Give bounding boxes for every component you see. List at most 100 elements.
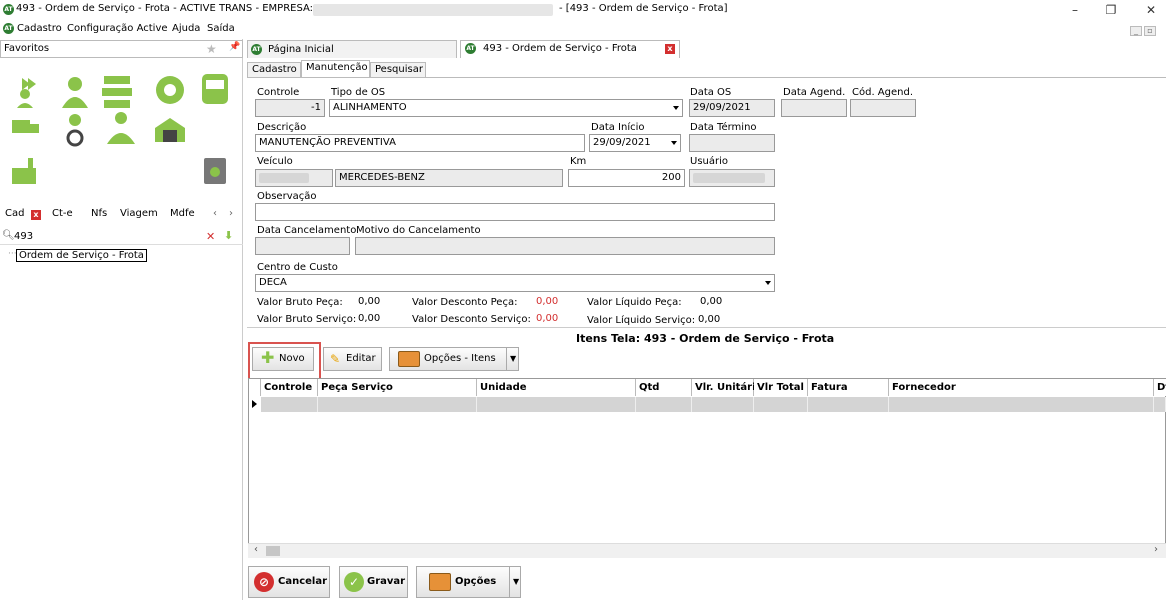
scroll-right-icon[interactable]: › xyxy=(1154,544,1158,555)
person-icon[interactable] xyxy=(62,77,88,108)
data-os-label: Data OS xyxy=(690,87,732,98)
cancelar-button[interactable]: ⊘ Cancelar xyxy=(248,566,330,598)
tire-star-icon[interactable] xyxy=(156,76,184,104)
tab-viagem[interactable]: Viagem xyxy=(120,208,158,219)
subtab-manutencao[interactable]: Manutenção xyxy=(301,60,370,78)
data-agend-field[interactable] xyxy=(781,99,847,117)
table-row-cell[interactable] xyxy=(1154,397,1166,412)
veiculo-marca-field[interactable]: MERCEDES-BENZ xyxy=(335,169,563,187)
subtab-pesquisar[interactable]: Pesquisar xyxy=(370,62,426,78)
recycle-bin-icon[interactable] xyxy=(204,158,226,184)
veiculo-placa-field[interactable] xyxy=(255,169,333,187)
col-unidade[interactable]: Unidade xyxy=(477,379,636,396)
mdi-restore-icon[interactable]: ▫ xyxy=(1144,26,1156,36)
close-tab-icon[interactable]: x xyxy=(665,44,675,54)
col-vlr-total[interactable]: Vlr Total xyxy=(754,379,808,396)
col-fornecedor[interactable]: Fornecedor xyxy=(889,379,1154,396)
cod-agend-field[interactable] xyxy=(850,99,916,117)
horizontal-scrollbar[interactable]: ‹ › xyxy=(248,543,1166,558)
motivo-cancel-field[interactable] xyxy=(355,237,775,255)
fleet-trucks-icon[interactable] xyxy=(102,76,132,108)
opcoes-itens-button[interactable]: Opções - Itens ▼ xyxy=(389,347,519,371)
data-inicio-field[interactable]: 29/09/2021 xyxy=(589,134,681,152)
bus-icon[interactable] xyxy=(202,74,228,104)
app-logo-icon: AT xyxy=(3,4,14,15)
cod-agend-label: Cód. Agend. xyxy=(852,87,914,98)
minimize-icon[interactable]: – xyxy=(1060,0,1090,20)
col-qtd[interactable]: Qtd xyxy=(636,379,692,396)
bruto-peca-label: Valor Bruto Peça: xyxy=(257,297,343,308)
tab-nfs[interactable]: Nfs xyxy=(91,208,107,219)
tab-scroll-left-icon[interactable]: ‹ xyxy=(213,208,217,219)
table-row-cell[interactable] xyxy=(261,397,318,412)
editar-button[interactable]: ✎ Editar xyxy=(323,347,382,371)
menu-cadastro[interactable]: Cadastro xyxy=(17,23,62,34)
pin-icon[interactable]: 📌 xyxy=(229,42,240,52)
factory-icon[interactable] xyxy=(12,158,36,184)
sidebar-search: 🔍︎ 493 ✕ ⬇ xyxy=(0,229,243,245)
controle-field[interactable]: -1 xyxy=(255,99,325,117)
novo-label: Novo xyxy=(279,353,305,364)
close-icon[interactable]: ✕ xyxy=(1136,0,1166,20)
km-field[interactable]: 200 xyxy=(568,169,685,187)
tab-ordem-servico[interactable]: AT 493 - Ordem de Serviço - Frota x xyxy=(460,40,680,58)
tab-cte[interactable]: Ct-e xyxy=(52,208,73,219)
tab-cad[interactable]: Cad xyxy=(5,208,24,219)
close-cad-tab-icon[interactable]: x xyxy=(31,210,41,220)
scroll-left-icon[interactable]: ‹ xyxy=(254,544,258,555)
table-row-cell[interactable] xyxy=(477,397,636,412)
driver-car-icon[interactable] xyxy=(107,112,135,144)
usuario-field[interactable] xyxy=(689,169,775,187)
star-icon[interactable]: ★ xyxy=(206,42,217,56)
dropdown-icon[interactable]: ▼ xyxy=(506,348,516,370)
col-controle[interactable]: Controle xyxy=(261,379,318,396)
tab-label: Página Inicial xyxy=(268,44,334,55)
data-termino-field[interactable] xyxy=(689,134,775,152)
table-row-cell[interactable] xyxy=(636,397,692,412)
tipo-os-select[interactable]: ALINHAMENTO xyxy=(329,99,683,117)
add-user-icon[interactable] xyxy=(17,78,36,108)
restore-icon[interactable]: ❐ xyxy=(1096,0,1126,20)
subtab-cadastro[interactable]: Cadastro xyxy=(247,62,301,78)
driver-wheel-icon[interactable] xyxy=(66,114,84,147)
gravar-label: Gravar xyxy=(367,576,406,587)
go-search-icon[interactable]: ⬇ xyxy=(224,229,233,242)
novo-button[interactable]: ✚ Novo xyxy=(252,347,314,371)
table-row-cell[interactable] xyxy=(808,397,889,412)
data-cancel-field[interactable] xyxy=(255,237,350,255)
dropdown-icon[interactable]: ▼ xyxy=(509,567,519,597)
opcoes-button[interactable]: Opções ▼ xyxy=(416,566,521,598)
data-os-field[interactable]: 29/09/2021 xyxy=(689,99,775,117)
table-row-cell[interactable] xyxy=(754,397,808,412)
tab-label: 493 - Ordem de Serviço - Frota xyxy=(483,43,637,54)
tab-logo-icon: AT xyxy=(251,44,262,55)
check-icon: ✓ xyxy=(344,572,364,592)
menu-configuracao[interactable]: Configuração Active xyxy=(67,23,168,34)
table-row-cell[interactable] xyxy=(318,397,477,412)
items-grid[interactable]: Controle Peça Serviço Unidade Qtd Vlr. U… xyxy=(248,378,1166,558)
col-fatura[interactable]: Fatura xyxy=(808,379,889,396)
menu-ajuda[interactable]: Ajuda xyxy=(172,23,200,34)
window-title: 493 - Ordem de Serviço - Frota - ACTIVE … xyxy=(16,3,314,14)
centro-custo-select[interactable]: DECA xyxy=(255,274,775,292)
search-input[interactable]: 493 xyxy=(14,231,33,242)
mdi-minimize-icon[interactable]: _ xyxy=(1130,26,1142,36)
clear-search-icon[interactable]: ✕ xyxy=(206,230,215,243)
tab-scroll-right-icon[interactable]: › xyxy=(229,208,233,219)
menu-saida[interactable]: Saída xyxy=(207,23,235,34)
tab-mdfe[interactable]: Mdfe xyxy=(170,208,195,219)
table-row-cell[interactable] xyxy=(889,397,1154,412)
observacao-field[interactable] xyxy=(255,203,775,221)
garage-icon[interactable] xyxy=(155,118,185,142)
gravar-button[interactable]: ✓ Gravar xyxy=(339,566,408,598)
truck-icon[interactable] xyxy=(12,120,39,133)
col-dt[interactable]: Dt xyxy=(1154,379,1166,396)
descricao-field[interactable]: MANUTENÇÃO PREVENTIVA xyxy=(255,134,585,152)
table-row-cell[interactable] xyxy=(692,397,754,412)
col-peca-servico[interactable]: Peça Serviço xyxy=(318,379,477,396)
tree-item-ordem-servico[interactable]: Ordem de Serviço - Frota xyxy=(16,249,147,262)
col-vlr-unitario[interactable]: Vlr. Unitário xyxy=(692,379,762,396)
scroll-thumb[interactable] xyxy=(266,546,280,556)
tab-pagina-inicial[interactable]: AT Página Inicial xyxy=(247,40,457,58)
usuario-label: Usuário xyxy=(690,156,729,167)
